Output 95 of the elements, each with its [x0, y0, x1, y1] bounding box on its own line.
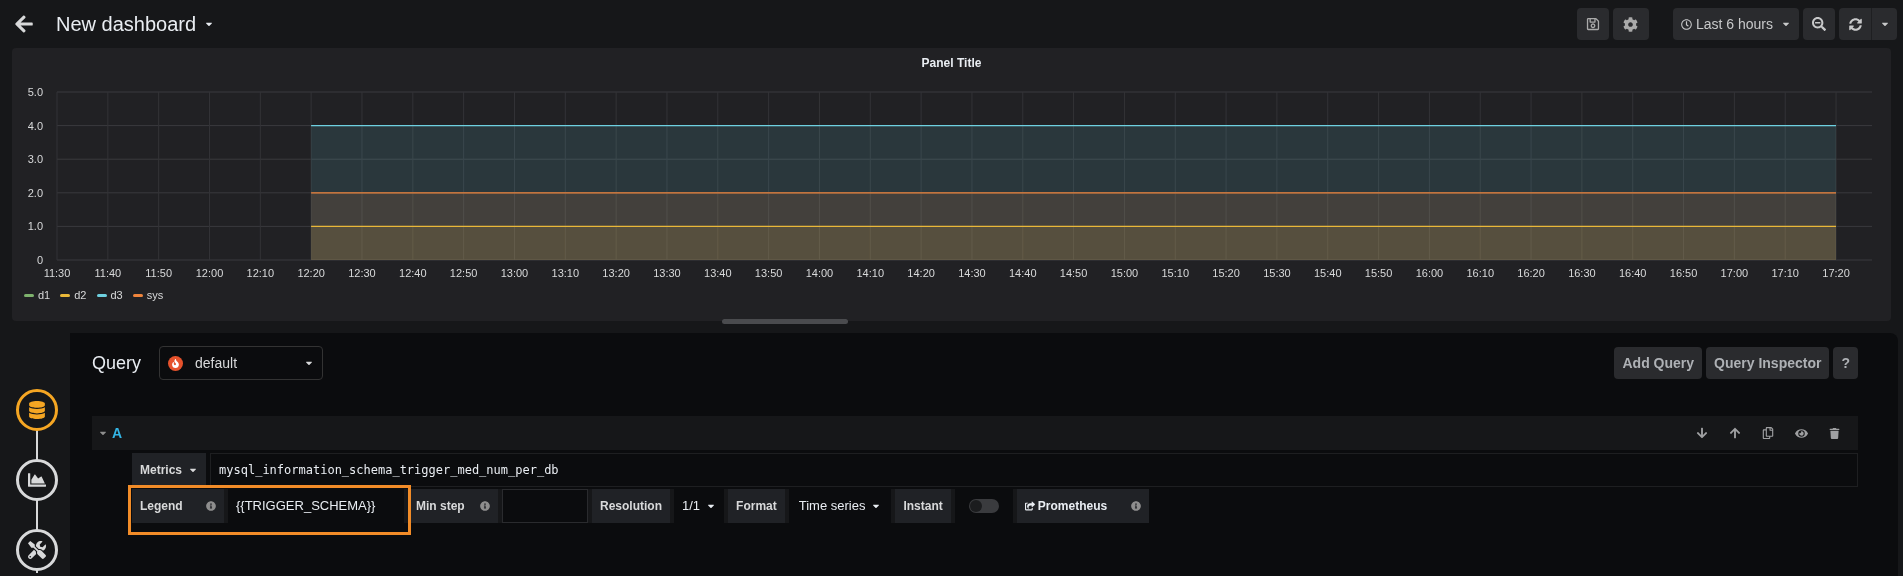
- legend-format-field[interactable]: {{TRIGGER_SCHEMA}}: [228, 489, 404, 523]
- x-axis-label: 16:20: [1517, 267, 1545, 279]
- visualization-step-button[interactable]: [16, 459, 58, 501]
- help-button[interactable]: ?: [1833, 347, 1858, 379]
- x-axis-label: 15:30: [1263, 267, 1291, 279]
- legend-label[interactable]: d3: [110, 287, 123, 304]
- time-range-picker[interactable]: Last 6 hours: [1672, 8, 1799, 40]
- legend-label: Legend: [132, 489, 224, 523]
- resolution-label: Resolution: [592, 489, 670, 523]
- info-icon[interactable]: [480, 501, 490, 511]
- panel-title[interactable]: Panel Title: [921, 54, 982, 73]
- x-axis-label: 14:10: [856, 267, 885, 279]
- info-icon[interactable]: [206, 501, 216, 511]
- x-axis-label: 16:40: [1618, 267, 1647, 279]
- trash-icon[interactable]: [1829, 427, 1840, 439]
- query-heading: Query: [92, 351, 142, 375]
- zoom-out-icon: [1812, 17, 1826, 31]
- x-axis-label: 13:10: [551, 267, 580, 279]
- instant-label: Instant: [895, 489, 951, 523]
- x-axis-label: 15:00: [1110, 267, 1139, 279]
- move-up-icon[interactable]: [1729, 427, 1741, 439]
- metrics-query-field[interactable]: mysql_information_schema_trigger_med_num_per_db: [210, 453, 1858, 487]
- min-step-field[interactable]: [502, 489, 588, 523]
- save-button[interactable]: [1576, 8, 1609, 40]
- legend-label[interactable]: d1: [38, 287, 51, 304]
- x-axis-label: 11:50: [145, 267, 172, 279]
- database-icon: [28, 401, 46, 419]
- x-axis-label: 11:40: [94, 267, 122, 279]
- x-axis-label: 16:00: [1415, 267, 1444, 279]
- metrics-dropdown[interactable]: Metrics: [132, 453, 207, 487]
- x-axis-label: 13:30: [653, 267, 681, 279]
- toolbar-button[interactable]: Query Inspector: [1706, 347, 1830, 379]
- x-axis-label: 16:30: [1568, 267, 1596, 279]
- y-axis-label: 0: [36, 254, 43, 266]
- x-axis-label: 17:00: [1720, 267, 1749, 279]
- y-axis-label: 2.0: [27, 186, 43, 199]
- query-row-header[interactable]: A: [92, 416, 1858, 450]
- general-step-button[interactable]: [16, 529, 58, 571]
- clock-icon: [1680, 18, 1692, 30]
- area-chart-icon: [28, 471, 46, 489]
- x-axis-label: 12:00: [195, 267, 224, 279]
- move-down-icon[interactable]: [1696, 427, 1708, 439]
- settings-icon: [1623, 16, 1639, 32]
- refresh-icon: [1848, 17, 1862, 31]
- query-ref: A: [112, 423, 123, 443]
- format-select[interactable]: Time series: [788, 489, 892, 523]
- x-axis-label: 13:40: [704, 267, 732, 279]
- legend-label[interactable]: sys: [146, 287, 164, 304]
- x-axis-label: 17:10: [1771, 267, 1799, 279]
- min-step-label: Min step: [408, 489, 498, 523]
- x-axis-label: 13:20: [602, 267, 630, 279]
- duplicate-icon[interactable]: [1762, 427, 1774, 439]
- resize-handle[interactable]: [722, 319, 848, 324]
- x-axis-label: 13:00: [500, 267, 529, 279]
- x-axis-label: 16:10: [1466, 267, 1494, 279]
- x-axis-label: 12:20: [297, 267, 325, 279]
- x-axis-label: 14:00: [805, 267, 834, 279]
- x-axis-label: 14:30: [958, 267, 986, 279]
- datasource-select[interactable]: default: [159, 346, 324, 380]
- flame-icon: [168, 355, 184, 371]
- instant-toggle[interactable]: [968, 499, 999, 513]
- tools-icon: [28, 541, 46, 559]
- y-axis-label: 1.0: [27, 220, 43, 233]
- refresh-button[interactable]: [1839, 8, 1871, 40]
- external-link-icon: [1024, 501, 1035, 511]
- eye-icon[interactable]: [1795, 426, 1808, 440]
- y-axis-label: 4.0: [27, 119, 43, 132]
- format-label: Format: [728, 489, 785, 523]
- x-axis-label: 17:20: [1822, 267, 1850, 279]
- zoom-out-button[interactable]: [1803, 8, 1835, 40]
- x-axis-label: 12:30: [348, 267, 376, 279]
- x-axis-label: 12:40: [399, 267, 427, 279]
- y-axis-label: 3.0: [27, 153, 43, 166]
- x-axis-label: 13:50: [754, 267, 783, 279]
- y-axis-label: 5.0: [27, 86, 43, 98]
- settings-button[interactable]: [1612, 8, 1649, 40]
- queries-step-button[interactable]: [16, 389, 58, 431]
- x-axis-label: 14:40: [1009, 267, 1037, 279]
- x-axis-label: 12:50: [449, 267, 478, 279]
- x-axis-label: 14:20: [907, 267, 935, 279]
- resolution-select[interactable]: 1/1: [674, 489, 725, 523]
- toolbar-button[interactable]: Add Query: [1614, 347, 1703, 379]
- x-axis-label: 14:50: [1059, 267, 1088, 279]
- info-icon[interactable]: [1130, 501, 1141, 511]
- save-icon: [1585, 17, 1600, 31]
- dashboard-title[interactable]: New dashboard: [56, 9, 215, 39]
- x-axis-label: 16:50: [1669, 267, 1698, 279]
- x-axis-label: 12:10: [246, 267, 275, 279]
- x-axis-label: 15:40: [1314, 267, 1342, 279]
- x-axis-label: 15:10: [1161, 267, 1190, 279]
- legend-label[interactable]: d2: [74, 287, 87, 304]
- x-axis-label: 15:50: [1364, 267, 1393, 279]
- x-axis-label: 15:20: [1212, 267, 1240, 279]
- back-arrow-icon[interactable]: [14, 14, 34, 34]
- x-axis-label: 11:30: [43, 267, 71, 279]
